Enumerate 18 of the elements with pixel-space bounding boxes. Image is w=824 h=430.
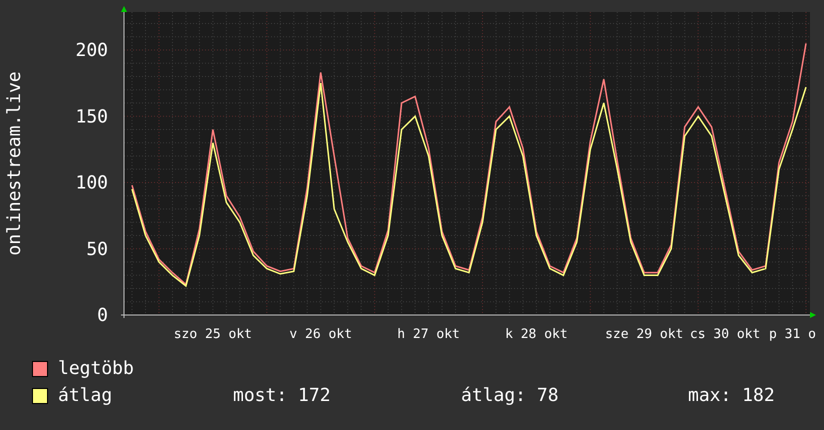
axis-tick-label: 150 bbox=[75, 106, 108, 128]
axis-tick-label: p 31 o bbox=[769, 327, 816, 342]
axis-tick-label: 200 bbox=[75, 40, 108, 62]
legend-label: átlag bbox=[58, 385, 112, 406]
stat-value: max: 182 bbox=[688, 385, 776, 406]
axis-tick-label: 100 bbox=[75, 172, 108, 194]
legend-label: legtöbb bbox=[58, 358, 134, 379]
axis-title: onlinestream.live bbox=[4, 71, 25, 256]
axis-tick-label: cs 30 okt bbox=[690, 327, 760, 342]
stat-value: átlag: 78 bbox=[461, 385, 560, 406]
axis-tick-label: 0 bbox=[97, 305, 108, 326]
stat-value: most: 172 bbox=[233, 385, 332, 406]
axis-tick-label: szo 25 okt bbox=[174, 327, 252, 342]
axis-tick-label: 50 bbox=[86, 238, 108, 260]
axis-tick-label: k 28 okt bbox=[505, 327, 568, 342]
axis-tick-label: sze 29 okt bbox=[605, 327, 684, 342]
axis-tick-label: h 27 okt bbox=[397, 327, 460, 342]
axis-tick-label: v 26 okt bbox=[289, 327, 352, 342]
